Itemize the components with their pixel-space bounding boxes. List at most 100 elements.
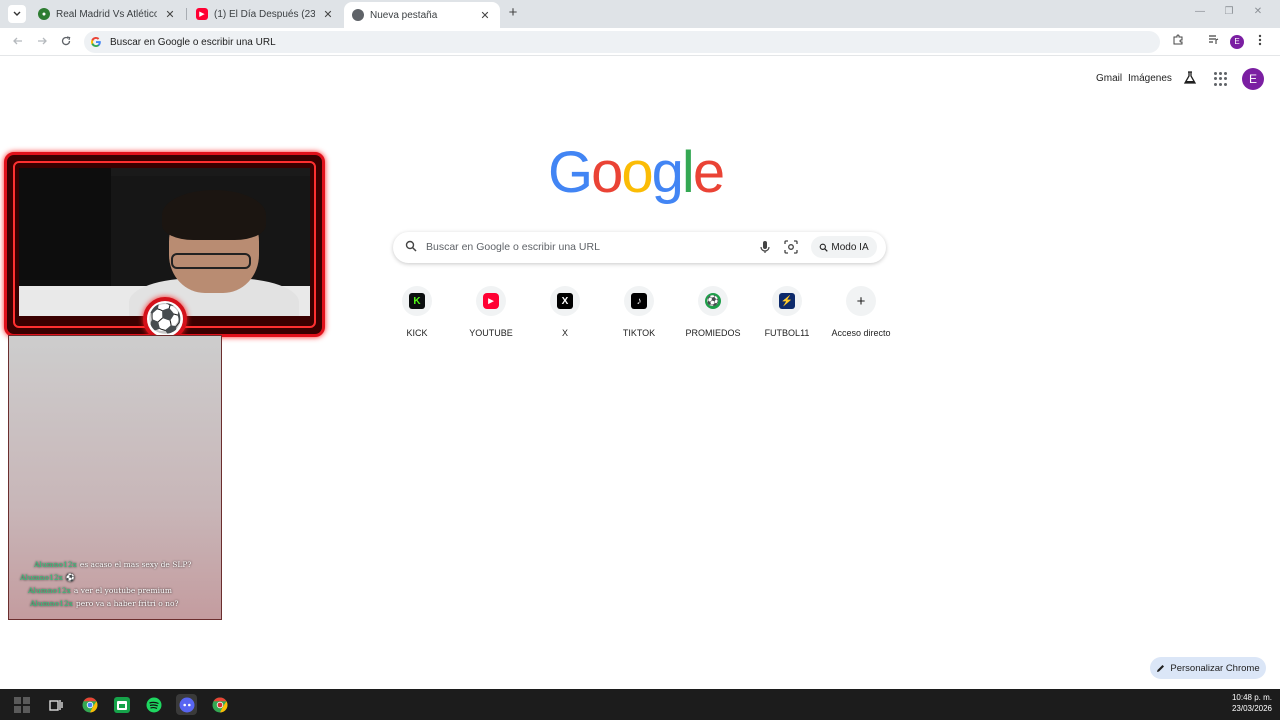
tab-real-madrid[interactable]: ● Real Madrid Vs Atlético de Mac ✕ [30,2,185,26]
google-logo: Google [548,138,725,208]
chat-message: Alumno12x es acaso el mas sexy de SLP? [34,560,191,569]
task-view-button[interactable] [45,694,66,715]
chat-message: Alumno12x pero va a haber fritri o no? [30,599,178,608]
customize-chrome-label: Personalizar Chrome [1170,662,1260,674]
labs-flask-icon[interactable] [1183,71,1197,85]
extensions-button[interactable] [1170,34,1186,50]
soccer-ball-icon: ● [38,8,50,20]
chat-text: ⚽ [65,573,76,582]
taskbar-discord-chrome[interactable] [176,694,197,715]
shortcut-label: KICK [406,328,428,338]
shortcut-x[interactable]: X X [528,286,602,342]
system-clock[interactable]: 10:48 p. m. 23/03/2026 [1232,692,1272,714]
search-input[interactable]: Buscar en Google o escribir una URL [426,241,600,253]
futbol11-icon: ⚡ [779,293,795,309]
logo-letter: l [681,140,695,205]
chrome-icon [212,697,227,712]
streamer-glasses [171,253,251,269]
window-close-icon[interactable]: ✕ [1251,6,1265,17]
pencil-icon [1157,664,1165,672]
back-button[interactable] [10,34,26,50]
chat-text: pero va a haber fritri o no? [75,599,179,608]
shortcut-tile: ♪ [624,286,654,316]
shortcut-kick[interactable]: K KICK [380,286,454,342]
youtube-icon: ▶ [196,8,208,20]
tab-nueva-pestana[interactable]: Nueva pestaña ✕ [344,2,500,28]
shortcut-tile: X [550,286,580,316]
tiktok-icon: ♪ [631,293,647,309]
shortcut-youtube[interactable]: ▶ YOUTUBE [454,286,528,342]
arrow-left-icon [13,37,22,45]
shortcut-tile: + [846,286,876,316]
shortcut-futbol11[interactable]: ⚡ FUTBOL11 [750,286,824,342]
tab-search-button[interactable] [8,5,26,23]
logo-letter: o [621,140,653,205]
close-icon[interactable]: ✕ [163,8,177,21]
shortcut-tiktok[interactable]: ♪ TIKTOK [602,286,676,342]
customize-chrome-button[interactable]: Personalizar Chrome [1150,657,1266,679]
reload-icon [61,36,71,46]
taskbar-chrome-profile[interactable] [209,694,230,715]
reload-button[interactable] [58,34,74,50]
shortcut-add[interactable]: + Acceso directo [824,286,898,342]
address-text: Buscar en Google o escribir una URL [110,36,276,48]
address-bar[interactable]: Buscar en Google o escribir una URL [84,31,1160,53]
google-g-icon [91,37,101,47]
minimize-icon[interactable]: — [1193,6,1207,17]
chat-username: Alumno12x [30,599,73,608]
account-avatar[interactable]: E [1242,68,1264,90]
restore-icon[interactable]: ❐ [1222,6,1236,17]
ai-mode-button[interactable]: Modo IA [811,236,877,258]
shortcut-tile: K [402,286,432,316]
images-link[interactable]: Imágenes [1128,73,1172,84]
chat-username: Alumno12x [34,560,77,569]
kick-icon: K [409,293,425,309]
windows-icon [13,696,30,713]
taskbar-app-green[interactable] [111,694,132,715]
arrow-right-icon [38,37,47,45]
streamer-hair [162,190,266,240]
shortcut-tile: ⚡ [772,286,802,316]
google-apps-icon[interactable] [1214,72,1228,86]
menu-button[interactable] [1252,34,1268,50]
promiedos-icon: ⚽ [705,293,721,309]
taskbar: 10:48 p. m. 23/03/2026 [0,689,1280,720]
start-button[interactable] [11,694,32,715]
taskbar-spotify[interactable] [143,694,164,715]
clock-date: 23/03/2026 [1231,704,1272,713]
media-controls-button[interactable] [1205,34,1221,50]
shortcut-label: YOUTUBE [469,328,513,338]
taskbar-chrome[interactable] [79,694,100,715]
tab-el-dia-despues[interactable]: ▶ (1) El Día Después (23/03/2026) ✕ [188,2,343,26]
shortcut-tile: ▶ [476,286,506,316]
shortcut-label: Acceso directo [831,328,891,338]
gmail-link[interactable]: Gmail [1096,73,1122,84]
logo-letter: G [548,140,593,205]
playlist-icon [1208,35,1218,44]
chat-message: Alumno12x a ver el youtube premium [28,586,172,595]
tab-strip: ● Real Madrid Vs Atlético de Mac ✕ ▶ (1)… [0,0,1280,28]
calendar-app-icon [113,696,130,713]
logo-letter: e [692,140,725,205]
logo-letter: o [591,140,623,205]
shortcut-label: PROMIEDOS [685,328,741,338]
chat-text: a ver el youtube premium [73,586,172,595]
x-icon: X [557,293,573,309]
youtube-icon: ▶ [483,293,499,309]
microphone-icon[interactable] [759,240,771,254]
ai-search-icon [820,243,829,252]
task-view-icon [48,699,63,711]
close-icon[interactable]: ✕ [321,8,335,21]
close-icon[interactable]: ✕ [478,9,492,22]
google-lens-icon[interactable] [784,240,798,254]
profile-button[interactable]: E [1230,35,1244,49]
search-box[interactable]: Buscar en Google o escribir una URL Modo… [393,232,886,263]
shortcut-promiedos[interactable]: ⚽ PROMIEDOS [676,286,750,342]
clock-time: 10:48 p. m. [1231,693,1272,702]
new-tab-button[interactable]: + [505,5,521,21]
chat-text: es acaso el mas sexy de SLP? [79,560,192,569]
chrome-icon [352,9,364,21]
shortcut-label: X [561,328,568,338]
chevron-down-icon [13,11,21,16]
forward-button[interactable] [34,34,50,50]
